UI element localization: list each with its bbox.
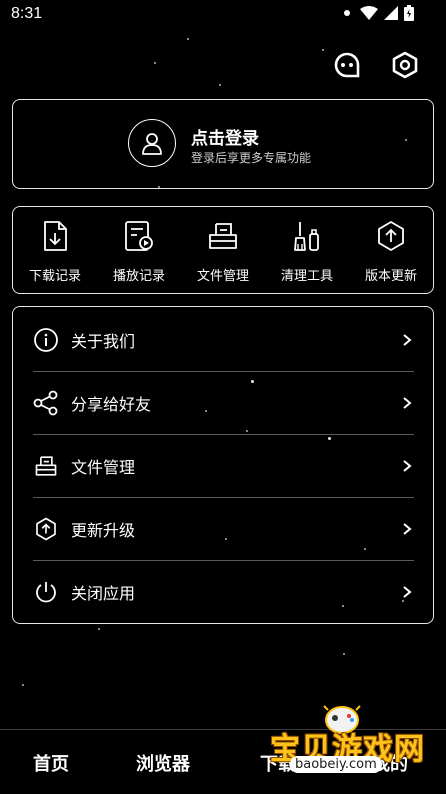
wifi-icon: [360, 6, 378, 20]
tool-label: 版本更新: [364, 269, 417, 284]
file-manager-icon: [35, 455, 57, 476]
tool-file-manager[interactable]: 文件管理: [181, 207, 265, 293]
chat-face-icon: [334, 52, 360, 78]
settings-hex-icon: [392, 51, 418, 79]
tool-label: 下载记录: [28, 269, 81, 284]
cell-signal-icon: [384, 6, 398, 20]
chevron-right-icon: [403, 585, 412, 598]
chevron-right-icon: [403, 522, 412, 535]
tool-cleaner[interactable]: 清理工具: [265, 207, 349, 293]
tool-play-records[interactable]: 播放记录: [97, 207, 181, 293]
menu-card: 关于我们 分享给好友 文件管理 更新升级 关闭应用: [12, 306, 434, 624]
menu-item-file-manager[interactable]: 文件管理: [33, 434, 414, 497]
status-bar: 8:31: [0, 0, 446, 30]
play-record-icon: [125, 221, 153, 251]
menu-item-label: 分享给好友: [71, 394, 152, 414]
login-subtitle: 登录后享更多专属功能: [191, 151, 312, 165]
menu-item-label: 关闭应用: [71, 583, 136, 603]
tool-label: 清理工具: [280, 269, 333, 284]
tool-download-records[interactable]: 下载记录: [13, 207, 97, 293]
tool-version-update[interactable]: 版本更新: [349, 207, 433, 293]
tools-card: 下载记录 播放记录 文件管理 清理工具 版本更新: [12, 206, 434, 294]
chat-face-button[interactable]: [330, 48, 364, 82]
login-card[interactable]: 点击登录 登录后享更多专属功能: [12, 99, 434, 189]
download-doc-icon: [44, 221, 67, 251]
update-icon: [36, 517, 56, 540]
signal-icon: [344, 10, 350, 16]
chevron-right-icon: [403, 333, 412, 346]
chevron-right-icon: [403, 396, 412, 409]
tool-label: 播放记录: [112, 269, 165, 284]
avatar: [128, 119, 176, 167]
tool-label: 文件管理: [196, 269, 249, 284]
status-time: 8:31: [11, 5, 43, 22]
chevron-right-icon: [403, 459, 412, 472]
menu-item-share[interactable]: 分享给好友: [33, 371, 414, 434]
watermark: 宝贝游戏网 baobeiy.com: [268, 696, 446, 776]
menu-item-update[interactable]: 更新升级: [33, 497, 414, 560]
login-title: 点击登录: [191, 129, 259, 149]
update-icon: [378, 221, 404, 251]
power-icon: [36, 581, 56, 602]
tab-browser[interactable]: 浏览器: [136, 750, 190, 776]
broom-icon: [294, 222, 319, 251]
settings-button[interactable]: [388, 48, 422, 82]
tab-home[interactable]: 首页: [33, 750, 69, 776]
menu-item-about[interactable]: 关于我们: [33, 308, 414, 371]
battery-icon: [404, 5, 414, 21]
menu-item-label: 关于我们: [71, 331, 136, 351]
status-icons: [340, 5, 414, 21]
menu-item-close-app[interactable]: 关闭应用: [33, 560, 414, 623]
menu-item-label: 文件管理: [71, 457, 136, 477]
info-icon: [34, 327, 58, 352]
user-icon: [142, 133, 162, 155]
menu-item-label: 更新升级: [71, 520, 136, 540]
file-manager-icon: [209, 223, 237, 249]
share-icon: [33, 390, 58, 415]
watermark-url: baobeiy.com: [290, 756, 382, 773]
